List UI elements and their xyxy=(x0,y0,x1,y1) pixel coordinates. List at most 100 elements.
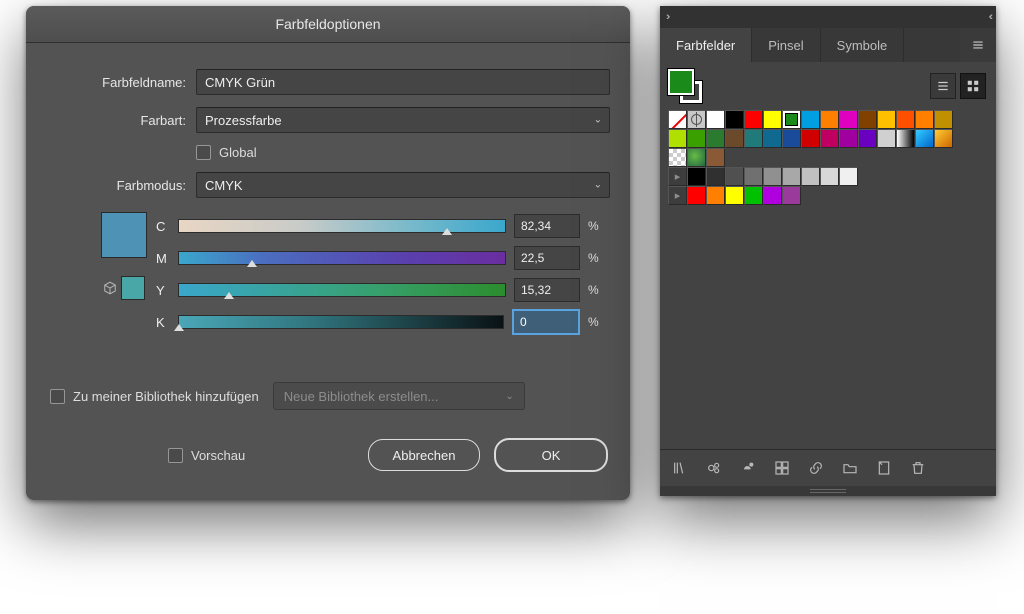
swatch-cell[interactable] xyxy=(896,129,915,148)
swatch-none[interactable] xyxy=(668,110,687,129)
y-value-input[interactable] xyxy=(514,278,580,302)
swatch-cell[interactable] xyxy=(706,167,725,186)
swatch-cell[interactable] xyxy=(858,129,877,148)
swatch-cell[interactable] xyxy=(782,186,801,205)
percent-label: % xyxy=(588,315,604,329)
color-mode-label: Farbmodus: xyxy=(46,178,196,193)
tab-farbfelder[interactable]: Farbfelder xyxy=(660,28,752,62)
swatch-cell[interactable] xyxy=(706,186,725,205)
libraries-icon[interactable] xyxy=(672,460,688,476)
chevron-down-icon: ⌄ xyxy=(505,391,513,402)
swatch-cell[interactable] xyxy=(858,110,877,129)
swatch-cell[interactable] xyxy=(725,110,744,129)
swatch-cell[interactable] xyxy=(915,129,934,148)
trash-icon[interactable] xyxy=(910,460,926,476)
dialog-title: Farbfeldoptionen xyxy=(26,6,630,43)
add-to-library-checkbox[interactable]: Zu meiner Bibliothek hinzufügen xyxy=(50,389,259,404)
new-swatch-icon[interactable] xyxy=(876,460,892,476)
swatch-cell[interactable] xyxy=(744,167,763,186)
swatch-cell[interactable] xyxy=(896,110,915,129)
grid-view-button[interactable] xyxy=(960,73,986,99)
expand-icon[interactable]: ‹‹ xyxy=(989,11,990,23)
swatch-cell[interactable] xyxy=(782,167,801,186)
swatch-cell[interactable] xyxy=(725,186,744,205)
add-to-library-label: Zu meiner Bibliothek hinzufügen xyxy=(73,389,259,404)
tab-symbole[interactable]: Symbole xyxy=(821,28,905,62)
swatch-cell[interactable] xyxy=(839,129,858,148)
swatch-cell[interactable] xyxy=(934,110,953,129)
swatch-group-folder[interactable]: ▸ xyxy=(668,186,687,205)
c-slider[interactable] xyxy=(178,219,506,233)
swatch-cell[interactable] xyxy=(763,129,782,148)
swatch-cell[interactable] xyxy=(820,110,839,129)
swatch-options-icon[interactable] xyxy=(740,460,756,476)
y-slider[interactable] xyxy=(178,283,506,297)
swatch-cell[interactable] xyxy=(725,129,744,148)
m-slider[interactable] xyxy=(178,251,506,265)
list-view-button[interactable] xyxy=(930,73,956,99)
new-color-group-icon[interactable] xyxy=(774,460,790,476)
swatch-cell[interactable] xyxy=(763,167,782,186)
y-label: Y xyxy=(156,283,178,298)
swatch-cell[interactable] xyxy=(801,110,820,129)
swatch-cell[interactable] xyxy=(915,110,934,129)
global-checkbox[interactable]: Global xyxy=(196,145,257,160)
c-label: C xyxy=(156,219,178,234)
swatch-cell[interactable] xyxy=(687,167,706,186)
color-mode-select[interactable]: CMYK xyxy=(196,172,610,198)
swatch-cell[interactable] xyxy=(744,110,763,129)
swatch-cell[interactable] xyxy=(706,129,725,148)
swatch-cell[interactable] xyxy=(706,110,725,129)
k-value-input[interactable] xyxy=(512,309,580,335)
color-type-select[interactable]: Prozessfarbe xyxy=(196,107,610,133)
swatch-cell[interactable] xyxy=(744,129,763,148)
swatch-cell[interactable] xyxy=(763,186,782,205)
swatch-cell[interactable] xyxy=(725,167,744,186)
link-icon[interactable] xyxy=(808,460,824,476)
percent-label: % xyxy=(588,219,604,233)
swatch-cell[interactable] xyxy=(820,129,839,148)
percent-label: % xyxy=(588,283,604,297)
fill-stroke-proxy[interactable] xyxy=(668,69,702,103)
swatch-cell[interactable] xyxy=(687,129,706,148)
swatch-cell[interactable] xyxy=(877,129,896,148)
tab-pinsel[interactable]: Pinsel xyxy=(752,28,820,62)
global-label: Global xyxy=(219,145,257,160)
swatch-cell[interactable] xyxy=(782,129,801,148)
swatch-cell[interactable] xyxy=(839,110,858,129)
swatch-cell[interactable] xyxy=(801,167,820,186)
ok-button[interactable]: OK xyxy=(494,438,608,472)
swatch-cell[interactable] xyxy=(820,167,839,186)
panel-menu-button[interactable] xyxy=(960,28,996,62)
m-value-input[interactable] xyxy=(514,246,580,270)
swatch-cell[interactable] xyxy=(668,148,687,167)
swatch-cell[interactable] xyxy=(934,129,953,148)
swatch-name-label: Farbfeldname: xyxy=(46,75,196,90)
cube-icon xyxy=(103,281,117,295)
swatch-name-input[interactable] xyxy=(196,69,610,95)
swatch-cell[interactable] xyxy=(763,110,782,129)
swatch-cell[interactable] xyxy=(839,167,858,186)
swatch-registration[interactable] xyxy=(687,110,706,129)
cancel-button[interactable]: Abbrechen xyxy=(368,439,480,471)
c-value-input[interactable] xyxy=(514,214,580,238)
checkbox-icon xyxy=(196,145,211,160)
swatch-cell[interactable] xyxy=(687,148,706,167)
checkbox-icon xyxy=(168,448,183,463)
swatch-cell[interactable] xyxy=(801,129,820,148)
swatch-cell[interactable] xyxy=(877,110,896,129)
swatch-cell[interactable] xyxy=(744,186,763,205)
swatch-cell[interactable] xyxy=(668,129,687,148)
library-select: Neue Bibliothek erstellen... ⌄ xyxy=(273,382,525,410)
swatch-cell[interactable] xyxy=(706,148,725,167)
preview-checkbox[interactable]: Vorschau xyxy=(168,448,245,463)
swatch-cell-selected[interactable] xyxy=(782,110,801,129)
swatch-group-folder[interactable]: ▸ xyxy=(668,167,687,186)
swatch-cell[interactable] xyxy=(687,186,706,205)
k-slider[interactable] xyxy=(178,315,504,329)
swatches-panel: ›› ‹‹ FarbfelderPinselSymbole ▸▸ xyxy=(660,6,996,496)
folder-icon[interactable] xyxy=(842,460,858,476)
show-swatch-kinds-icon[interactable] xyxy=(706,460,722,476)
collapse-icon[interactable]: ›› xyxy=(666,11,667,23)
resize-handle[interactable] xyxy=(660,486,996,496)
